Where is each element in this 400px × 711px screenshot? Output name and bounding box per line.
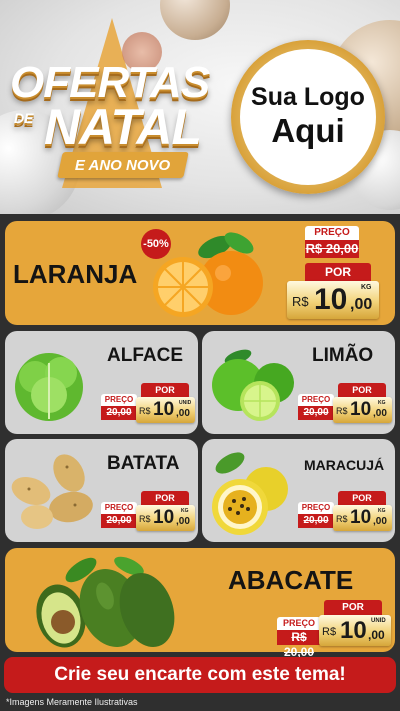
subtitle-ribbon: E ANO NOVO bbox=[57, 152, 189, 178]
preco-label: PREÇO bbox=[298, 394, 334, 406]
old-price: R$ 20,00 bbox=[277, 630, 321, 659]
price-cents: ,00 bbox=[373, 408, 387, 419]
currency: R$ bbox=[139, 514, 151, 524]
price-integer: 10 bbox=[314, 283, 348, 316]
price-integer: 10 bbox=[340, 617, 367, 644]
por-label: POR bbox=[141, 491, 189, 505]
currency: R$ bbox=[336, 514, 348, 524]
header-banner: OFERTAS DE NATAL E ANO NOVO Sua Logo Aqu… bbox=[0, 0, 400, 214]
unit: UNID bbox=[179, 400, 192, 406]
por-label: POR bbox=[324, 600, 382, 615]
preco-label: PREÇO bbox=[298, 502, 334, 514]
product-card-batata[interactable]: BATATA PREÇO 20,00 POR R$ 10 ,00 KG bbox=[5, 439, 198, 542]
price-integer: 10 bbox=[350, 399, 372, 420]
price-tag: R$ 10 ,00 UNID bbox=[136, 397, 195, 423]
price-tag: R$ 10 ,00 UNID bbox=[319, 615, 391, 646]
avocado-icon bbox=[36, 556, 175, 648]
product-name: MARACUJÁ bbox=[304, 457, 385, 473]
currency: R$ bbox=[322, 626, 337, 638]
product-name: ALFACE bbox=[107, 345, 183, 366]
preco-label: PREÇO bbox=[277, 617, 321, 630]
unit: KG bbox=[181, 508, 189, 514]
price-integer: 10 bbox=[153, 399, 175, 420]
product-card-maracuja[interactable]: MARACUJÁ PREÇO 20,00 POR R$ 10 ,00 KG bbox=[202, 439, 395, 542]
por-label: POR bbox=[338, 383, 386, 397]
preco-label: PREÇO bbox=[305, 226, 359, 240]
price-cents: ,00 bbox=[373, 516, 387, 527]
lime-icon bbox=[212, 349, 294, 421]
old-price: 20,00 bbox=[298, 514, 334, 528]
old-price: 20,00 bbox=[298, 406, 334, 420]
cta-button[interactable]: Crie seu encarte com este tema! bbox=[4, 657, 396, 693]
potato-icon bbox=[11, 454, 93, 529]
price-cents: ,00 bbox=[176, 408, 190, 419]
subtitle-text: E ANO NOVO bbox=[75, 156, 171, 174]
price-cents: ,00 bbox=[368, 628, 385, 642]
product-name: ABACATE bbox=[228, 565, 354, 595]
product-name: LIMÃO bbox=[312, 345, 374, 366]
por-label: POR bbox=[305, 263, 371, 281]
old-price: R$ 20,00 bbox=[305, 240, 359, 258]
product-card-alface[interactable]: ALFACE PREÇO 20,00 POR R$ 10 ,00 UNID bbox=[5, 331, 198, 434]
currency: R$ bbox=[139, 406, 151, 416]
preco-label: PREÇO bbox=[101, 394, 137, 406]
title-de: DE bbox=[14, 110, 34, 126]
unit: KG bbox=[378, 400, 386, 406]
old-price: 20,00 bbox=[101, 514, 137, 528]
unit: KG bbox=[378, 508, 386, 514]
price-tag: R$ 10 ,00 KG bbox=[333, 505, 392, 531]
logo-text-line2: Aqui bbox=[271, 112, 345, 149]
discount-badge: -50% bbox=[141, 229, 171, 259]
product-card-limao[interactable]: LIMÃO PREÇO 20,00 POR R$ 10 ,00 KG bbox=[202, 331, 395, 434]
title-natal: NATAL bbox=[44, 99, 202, 155]
disclaimer: *Imagens Meramente Ilustrativas bbox=[6, 697, 138, 707]
lettuce-icon bbox=[15, 353, 83, 421]
product-card-laranja[interactable]: LARANJA -50% PREÇO R$ 20,00 POR R$ 10 ,0… bbox=[5, 221, 395, 325]
price-integer: 10 bbox=[350, 507, 372, 528]
old-price: 20,00 bbox=[101, 406, 137, 420]
price-cents: ,00 bbox=[350, 296, 373, 313]
por-label: POR bbox=[141, 383, 189, 397]
price-cents: ,00 bbox=[176, 516, 190, 527]
balloon-decoration bbox=[160, 0, 230, 40]
logo-text-line1: Sua Logo bbox=[251, 83, 365, 111]
currency: R$ bbox=[292, 294, 309, 309]
logo-placeholder[interactable]: Sua Logo Aqui bbox=[240, 49, 376, 185]
unit: KG bbox=[361, 284, 372, 291]
por-label: POR bbox=[338, 491, 386, 505]
price-tag: R$ 10 ,00 KG bbox=[287, 281, 379, 319]
passion-fruit-icon bbox=[212, 452, 288, 535]
product-name: BATATA bbox=[107, 453, 180, 474]
price-integer: 10 bbox=[153, 507, 175, 528]
preco-label: PREÇO bbox=[101, 502, 137, 514]
unit: UNID bbox=[371, 618, 386, 624]
product-name: LARANJA bbox=[13, 259, 138, 289]
product-card-abacate[interactable]: ABACATE PREÇO R$ 20,00 POR R$ 10 ,00 UNI… bbox=[5, 548, 395, 659]
currency: R$ bbox=[336, 406, 348, 416]
price-tag: R$ 10 ,00 KG bbox=[333, 397, 392, 423]
price-tag: R$ 10 ,00 KG bbox=[136, 505, 195, 531]
